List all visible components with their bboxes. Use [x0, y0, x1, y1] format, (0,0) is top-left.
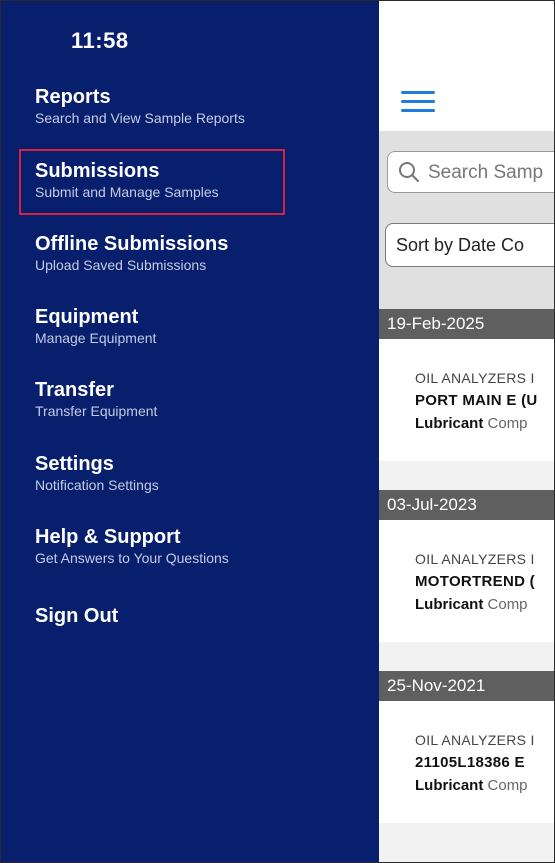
sort-label: Sort by Date Co	[396, 235, 525, 255]
component-label: Comp	[487, 415, 528, 432]
search-input[interactable]: Search Samp	[387, 151, 554, 193]
date-label: 25-Nov-2021	[387, 676, 486, 695]
menu-item-equipment[interactable]: Equipment Manage Equipment	[35, 305, 156, 347]
search-icon	[399, 162, 419, 182]
menu-item-transfer[interactable]: Transfer Transfer Equipment	[35, 378, 157, 420]
unit-name: MOTORTREND (	[415, 573, 535, 590]
menu-item-title: Sign Out	[35, 605, 119, 627]
side-drawer: 11:58 Reports Search and View Sample Rep…	[1, 1, 379, 862]
top-bar	[379, 1, 554, 131]
app-window: 11:58 Reports Search and View Sample Rep…	[0, 0, 555, 863]
menu-item-title: Reports	[35, 86, 111, 108]
menu-item-offline-submissions[interactable]: Offline Submissions Upload Saved Submiss…	[35, 232, 228, 274]
menu-item-reports[interactable]: Reports Search and View Sample Reports	[35, 85, 245, 127]
component-line: Lubricant Comp	[415, 777, 528, 794]
menu-item-subtitle: Manage Equipment	[35, 330, 157, 346]
menu-item-subtitle: Transfer Equipment	[35, 403, 158, 419]
component-line: Lubricant Comp	[415, 596, 528, 613]
unit-name: PORT MAIN E (U	[415, 392, 538, 409]
menu-item-subtitle: Upload Saved Submissions	[35, 257, 207, 273]
sort-dropdown[interactable]: Sort by Date Co	[385, 223, 554, 267]
hamburger-icon[interactable]	[401, 91, 435, 113]
lubricant-label: Lubricant	[415, 777, 484, 794]
menu-item-title: Transfer	[35, 379, 114, 401]
search-placeholder: Search Samp	[428, 162, 544, 183]
lab-name: OIL ANALYZERS I	[415, 370, 535, 386]
date-group-header: 03-Jul-2023	[379, 490, 554, 520]
menu-item-title: Equipment	[35, 306, 139, 328]
menu-item-submissions[interactable]: Submissions Submit and Manage Samples	[35, 159, 219, 201]
date-group-header: 19-Feb-2025	[379, 309, 554, 339]
menu-item-subtitle: Get Answers to Your Questions	[35, 550, 229, 566]
menu-item-subtitle: Search and View Sample Reports	[35, 110, 245, 126]
lab-name: OIL ANALYZERS I	[415, 732, 535, 748]
component-label: Comp	[487, 596, 528, 613]
sample-card[interactable]: OIL ANALYZERS I 21105L18386 E Lubricant …	[379, 701, 554, 823]
sample-card[interactable]: OIL ANALYZERS I MOTORTREND ( Lubricant C…	[379, 520, 554, 642]
menu-item-settings[interactable]: Settings Notification Settings	[35, 452, 159, 494]
component-label: Comp	[487, 777, 528, 794]
menu-item-subtitle: Notification Settings	[35, 477, 159, 493]
status-time: 11:58	[71, 28, 129, 53]
menu-item-sign-out[interactable]: Sign Out	[35, 604, 118, 628]
component-line: Lubricant Comp	[415, 415, 528, 432]
date-group-header: 25-Nov-2021	[379, 671, 554, 701]
lab-name: OIL ANALYZERS I	[415, 551, 535, 567]
lubricant-label: Lubricant	[415, 596, 484, 613]
unit-name: 21105L18386 E	[415, 754, 525, 771]
menu-item-title: Offline Submissions	[35, 233, 229, 255]
menu-item-title: Submissions	[35, 160, 160, 182]
lubricant-label: Lubricant	[415, 415, 484, 432]
menu-item-subtitle: Submit and Manage Samples	[35, 184, 219, 200]
date-label: 19-Feb-2025	[387, 314, 485, 333]
menu-item-title: Help & Support	[35, 526, 181, 548]
sample-card[interactable]: OIL ANALYZERS I PORT MAIN E (U Lubricant…	[379, 339, 554, 461]
date-label: 03-Jul-2023	[387, 495, 477, 514]
samples-list-screen: Search Samp Sort by Date Co 19-Feb-2025 …	[379, 1, 554, 862]
menu-item-title: Settings	[35, 453, 114, 475]
menu-item-help-support[interactable]: Help & Support Get Answers to Your Quest…	[35, 525, 229, 567]
